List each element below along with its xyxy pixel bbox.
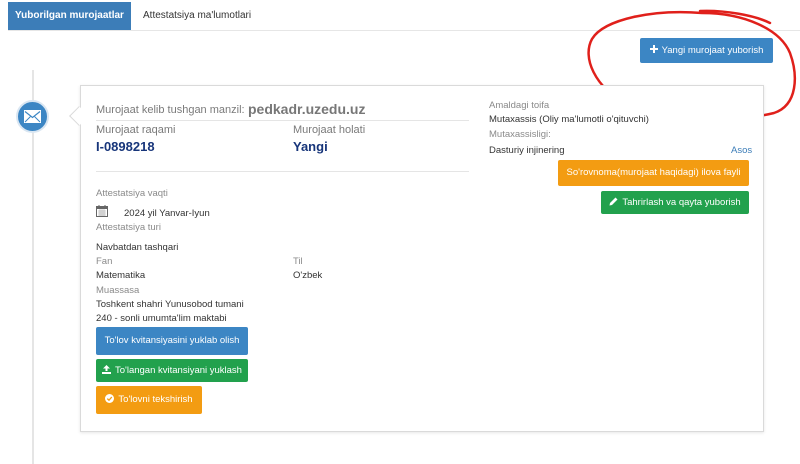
institution-label: Muassasa bbox=[96, 285, 140, 296]
request-status-value: Yangi bbox=[293, 139, 328, 154]
institution-line-1: Toshkent shahri Yunusobod tumani bbox=[96, 299, 244, 310]
current-category-label: Amaldagi toifa bbox=[489, 100, 550, 111]
language-label: Til bbox=[293, 256, 303, 267]
request-number-label: Murojaat raqami bbox=[96, 124, 176, 136]
specialty-label: Mutaxassisligi: bbox=[489, 129, 551, 140]
check-payment-button[interactable]: To'lovni tekshirish bbox=[96, 386, 202, 414]
reference-file-button[interactable]: So'rovnoma(murojaat haqidagi) ilova fayl… bbox=[558, 160, 749, 186]
attestation-time-value: 2024 yil Yanvar-Iyun bbox=[124, 208, 210, 219]
envelope-icon bbox=[24, 110, 41, 123]
attestation-type-value: Navbatdan tashqari bbox=[96, 242, 179, 253]
divider bbox=[96, 171, 469, 172]
subject-label: Fan bbox=[96, 256, 113, 267]
new-request-button[interactable]: Yangi murojaat yuborish bbox=[640, 38, 773, 63]
edit-resend-label: Tahrirlash va qayta yuborish bbox=[622, 197, 741, 208]
language-value: O'zbek bbox=[293, 270, 323, 281]
edit-resend-button[interactable]: Tahrirlash va qayta yuborish bbox=[601, 191, 749, 214]
tab-sent-requests[interactable]: Yuborilgan murojaatlar bbox=[8, 2, 131, 30]
basis-link[interactable]: Asos bbox=[731, 145, 752, 156]
institution-line-2: 240 - sonli umumta'lim maktabi bbox=[96, 313, 227, 324]
address-value: pedkadr.uzedu.uz bbox=[248, 101, 366, 117]
attestation-type-label: Attestatsiya turi bbox=[96, 222, 161, 233]
specialty-value: Dasturiy injinering bbox=[489, 145, 565, 156]
address-label: Murojaat kelib tushgan manzil: bbox=[96, 104, 245, 116]
calendar-icon bbox=[96, 205, 108, 217]
check-payment-label: To'lovni tekshirish bbox=[118, 394, 193, 405]
new-request-label: Yangi murojaat yuborish bbox=[661, 44, 764, 56]
attestation-time-label: Attestatsiya vaqti bbox=[96, 188, 168, 199]
timeline-marker bbox=[16, 100, 49, 133]
divider bbox=[96, 120, 469, 121]
upload-receipt-button[interactable]: To'langan kvitansiyani yuklash bbox=[96, 359, 248, 382]
check-circle-icon bbox=[105, 393, 115, 403]
download-receipt-button[interactable]: To'lov kvitansiyasini yuklab olish bbox=[96, 327, 248, 355]
upload-icon bbox=[102, 364, 111, 374]
request-number-value: I-0898218 bbox=[96, 139, 155, 154]
tab-attestation-info[interactable]: Attestatsiya ma'lumotlari bbox=[143, 2, 251, 30]
current-category-value: Mutaxassis (Oliy ma'lumotli o'qituvchi) bbox=[489, 114, 649, 125]
plus-icon bbox=[649, 44, 658, 53]
request-status-label: Murojaat holati bbox=[293, 124, 366, 136]
subject-value: Matematika bbox=[96, 270, 146, 281]
pencil-icon bbox=[609, 197, 618, 206]
upload-receipt-label: To'langan kvitansiyani yuklash bbox=[115, 365, 242, 376]
tab-bar: Yuborilgan murojaatlar Attestatsiya ma'l… bbox=[0, 0, 800, 31]
